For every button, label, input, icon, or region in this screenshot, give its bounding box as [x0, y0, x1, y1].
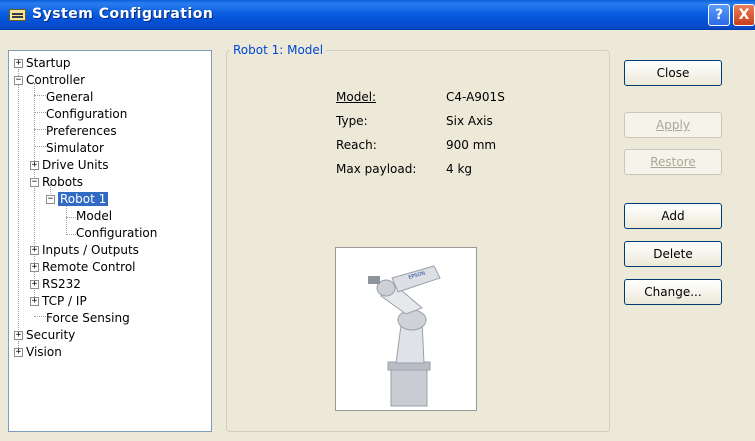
add-button[interactable]: Add — [624, 203, 722, 229]
collapse-icon[interactable]: − — [46, 195, 55, 204]
property-label-max-payload: Max payload: — [336, 162, 417, 176]
tree-item-robots[interactable]: Robots — [42, 175, 83, 189]
tree-line — [66, 234, 76, 235]
expand-icon[interactable]: + — [30, 246, 39, 255]
property-value-model: C4-A901S — [446, 90, 505, 104]
title-bar[interactable]: System Configuration ? X — [0, 0, 755, 30]
app-icon — [9, 9, 26, 21]
apply-button[interactable]: Apply — [624, 112, 722, 138]
collapse-icon[interactable]: − — [14, 76, 23, 85]
expand-icon[interactable]: + — [14, 348, 23, 357]
tree-item-controller[interactable]: Controller — [26, 73, 85, 87]
expand-icon[interactable]: + — [30, 297, 39, 306]
tree-line — [34, 129, 46, 130]
expand-icon[interactable]: + — [14, 59, 23, 68]
property-label-model: Model: — [336, 90, 377, 104]
config-tree[interactable]: + Startup − Controller General Configura… — [8, 50, 212, 432]
tree-item-force-sensing[interactable]: Force Sensing — [46, 311, 130, 325]
delete-button[interactable]: Delete — [624, 241, 722, 267]
close-window-button[interactable]: X — [733, 4, 755, 26]
tree-item-security[interactable]: Security — [26, 328, 75, 342]
robot-base — [390, 365, 428, 407]
close-button[interactable]: Close — [624, 60, 722, 86]
tree-line — [66, 217, 76, 218]
tree-line — [34, 95, 46, 96]
tree-item-rs232[interactable]: RS232 — [42, 277, 81, 291]
tree-item-inputs-outputs[interactable]: Inputs / Outputs — [42, 243, 139, 257]
tree-item-model[interactable]: Model — [76, 209, 112, 223]
tree-item-preferences[interactable]: Preferences — [46, 124, 117, 138]
group-title: Robot 1: Model — [230, 43, 327, 57]
property-value-reach: 900 mm — [446, 138, 497, 152]
property-value-max-payload: 4 kg — [446, 162, 473, 176]
tree-item-startup[interactable]: Startup — [26, 56, 71, 70]
robot-arm-illustration: EPSON — [368, 265, 441, 407]
tree-item-general[interactable]: General — [46, 90, 93, 104]
robot-elbow — [397, 309, 427, 331]
expand-icon[interactable]: + — [30, 280, 39, 289]
tree-item-vision[interactable]: Vision — [26, 345, 62, 359]
robot-image: EPSON — [335, 247, 477, 411]
tree-line — [18, 63, 19, 348]
robot-end-effector — [368, 276, 380, 284]
property-label-type: Type: — [336, 114, 368, 128]
expand-icon[interactable]: + — [14, 331, 23, 340]
change-button[interactable]: Change... — [624, 279, 722, 305]
tree-line — [66, 201, 67, 235]
tree-line — [34, 146, 46, 147]
collapse-icon[interactable]: − — [30, 178, 39, 187]
restore-button[interactable]: Restore — [624, 149, 722, 175]
tree-item-tcp-ip[interactable]: TCP / IP — [42, 294, 87, 308]
property-label-reach: Reach: — [336, 138, 377, 152]
tree-item-drive-units[interactable]: Drive Units — [42, 158, 109, 172]
expand-icon[interactable]: + — [30, 263, 39, 272]
window-title: System Configuration — [32, 6, 214, 22]
tree-item-robot-configuration[interactable]: Configuration — [76, 226, 157, 240]
expand-icon[interactable]: + — [30, 161, 39, 170]
tree-item-configuration[interactable]: Configuration — [46, 107, 127, 121]
tree-item-robot-1[interactable]: Robot 1 — [58, 192, 109, 206]
tree-line — [34, 112, 46, 113]
tree-item-remote-control[interactable]: Remote Control — [42, 260, 136, 274]
tree-line — [34, 316, 46, 317]
help-button[interactable]: ? — [708, 4, 730, 26]
property-value-type: Six Axis — [446, 114, 493, 128]
tree-item-simulator[interactable]: Simulator — [46, 141, 104, 155]
